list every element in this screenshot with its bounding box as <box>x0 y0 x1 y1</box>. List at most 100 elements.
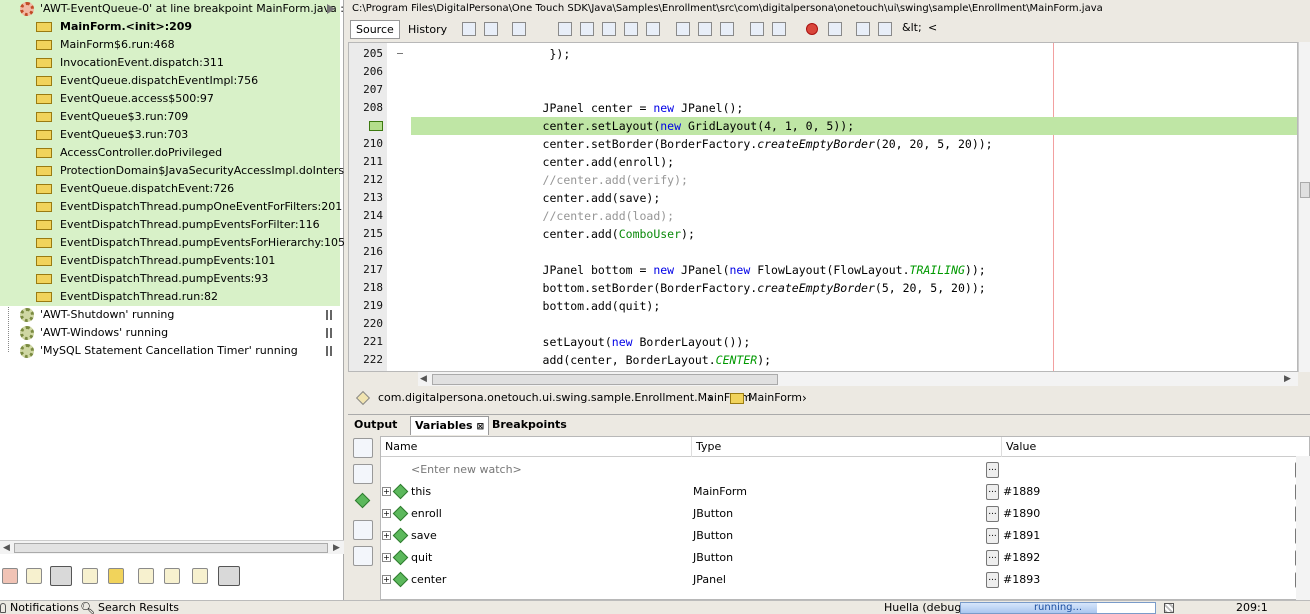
find-selection-icon[interactable] <box>558 22 572 36</box>
previous-bookmark-icon[interactable] <box>676 22 690 36</box>
variables-table[interactable]: Name Type Value <Enter new watch> ... ..… <box>380 436 1310 600</box>
show-primitive-icon[interactable] <box>353 546 373 566</box>
scroll-left-icon[interactable]: ◀ <box>420 374 427 384</box>
callstack-frame[interactable]: EventDispatchThread.pumpEvents:101 <box>0 252 340 270</box>
new-watch-icon[interactable] <box>353 492 373 512</box>
line-number[interactable]: 215 <box>349 225 387 243</box>
back-icon[interactable] <box>484 22 498 36</box>
type-ellipsis-button[interactable]: ... <box>986 528 999 544</box>
scroll-right-icon[interactable]: ▶ <box>1284 374 1291 384</box>
tab-breakpoints[interactable]: Breakpoints <box>488 416 571 435</box>
variables-vertical-scrollbar[interactable] <box>1296 456 1310 600</box>
code-line[interactable]: JPanel center = new JPanel(); <box>411 99 744 117</box>
line-number[interactable]: 212 <box>349 171 387 189</box>
new-watch-placeholder[interactable]: <Enter new watch> <box>411 459 522 481</box>
suspend-thread-icon[interactable] <box>326 328 332 338</box>
forward-icon[interactable] <box>512 22 526 36</box>
watch-ellipsis-button[interactable]: ... <box>986 462 999 478</box>
type-ellipsis-button[interactable]: ... <box>986 506 999 522</box>
breadcrumb-method[interactable]: MainForm <box>748 388 802 408</box>
callstack-frame[interactable]: EventQueue.access$500:97 <box>0 90 340 108</box>
expand-icon[interactable]: + <box>382 509 391 518</box>
suspend-thread-icon[interactable] <box>326 346 332 356</box>
toggle-bookmark-icon[interactable] <box>720 22 734 36</box>
last-edit-icon[interactable] <box>462 22 476 36</box>
show-threads-icon[interactable] <box>26 568 42 584</box>
find-next-icon[interactable] <box>602 22 616 36</box>
show-qualified-names-icon[interactable] <box>138 568 154 584</box>
scroll-left-icon[interactable]: ◀ <box>3 543 10 553</box>
editor-vertical-scrollbar[interactable] <box>1298 42 1310 372</box>
thread-row[interactable]: 'AWT-Windows' running <box>0 324 340 342</box>
code-line[interactable]: add(center, BorderLayout.CENTER); <box>411 351 772 369</box>
comment-icon[interactable] <box>856 22 870 36</box>
search-results-link[interactable]: Search Results <box>98 601 179 614</box>
callstack-frame[interactable]: AccessController.doPrivileged <box>0 144 340 162</box>
line-number[interactable]: 214 <box>349 207 387 225</box>
line-number[interactable]: 210 <box>349 135 387 153</box>
next-bookmark-icon[interactable] <box>698 22 712 36</box>
callstack-frame[interactable]: EventQueue$3.run:703 <box>0 126 340 144</box>
expand-icon[interactable]: + <box>382 575 391 584</box>
line-number[interactable]: 220 <box>349 315 387 333</box>
show-inherited-icon[interactable] <box>353 520 373 540</box>
line-number[interactable]: 211 <box>349 153 387 171</box>
show-suspended-only-icon[interactable] <box>218 566 240 586</box>
close-tab-icon[interactable]: ⊠ <box>477 422 485 432</box>
toggle-rect-selection-icon[interactable] <box>646 22 660 36</box>
thread-awt-eventqueue[interactable]: 'AWT-EventQueue-0' at line breakpoint Ma… <box>0 0 344 18</box>
line-number[interactable]: 206 <box>349 63 387 81</box>
line-number[interactable]: 218 <box>349 279 387 297</box>
line-number[interactable]: 205 <box>349 45 387 63</box>
variable-row[interactable]: +enrollJButton...#1890... <box>381 503 1309 525</box>
line-number[interactable]: 207 <box>349 81 387 99</box>
code-line[interactable]: bottom.setBorder(BorderFactory.createEmp… <box>411 279 986 297</box>
code-line[interactable]: //center.add(load); <box>411 207 675 225</box>
line-number[interactable]: 208 <box>349 99 387 117</box>
callstack-frame[interactable]: EventDispatchThread.pumpEventsForHierarc… <box>0 234 344 252</box>
tab-variables[interactable]: Variables ⊠ <box>410 416 490 435</box>
suspend-thread-icon[interactable] <box>326 310 332 320</box>
search-icon[interactable]: 🔍︎ <box>80 601 95 614</box>
variable-row[interactable]: +saveJButton...#1891... <box>381 525 1309 547</box>
thread-row[interactable]: 'MySQL Statement Cancellation Timer' run… <box>0 342 340 360</box>
variable-value[interactable]: #1892 <box>1003 547 1040 569</box>
line-number-gutter[interactable]: 205 206 207 208 210 211 212 213 214 215 216 217 218 2… <box>349 43 387 371</box>
show-callstack-icon[interactable] <box>50 566 72 586</box>
column-type-header[interactable]: Type <box>691 437 1001 457</box>
fold-margin[interactable] <box>387 43 411 371</box>
notifications-icon[interactable] <box>0 601 6 614</box>
column-name-header[interactable]: Name <box>381 437 691 457</box>
type-ellipsis-button[interactable]: ... <box>986 550 999 566</box>
shift-right-icon[interactable] <box>772 22 786 36</box>
fold-end-icon[interactable] <box>397 53 403 54</box>
thread-row[interactable]: 'AWT-Shutdown' running <box>0 306 340 324</box>
toolbar-text-lt[interactable]: < <box>928 21 937 34</box>
scroll-thumb[interactable] <box>432 374 778 385</box>
code-line[interactable]: //center.add(verify); <box>411 171 688 189</box>
line-number[interactable]: 222 <box>349 351 387 369</box>
show-system-threads-icon[interactable] <box>82 568 98 584</box>
line-number[interactable]: 221 <box>349 333 387 351</box>
call-stack-tree[interactable]: 'AWT-EventQueue-0' at line breakpoint Ma… <box>0 0 344 540</box>
variable-value[interactable]: #1891 <box>1003 525 1040 547</box>
variable-value[interactable]: #1893 <box>1003 569 1040 591</box>
callstack-frame[interactable]: ProtectionDomain$JavaSecurityAccessImpl.… <box>0 162 344 180</box>
code-line[interactable]: center.setBorder(BorderFactory.createEmp… <box>411 135 993 153</box>
horizontal-scrollbar[interactable]: ◀ ▶ <box>0 540 344 554</box>
type-ellipsis-button[interactable]: ... <box>986 572 999 588</box>
progress-bar[interactable]: running... <box>960 602 1156 614</box>
tab-history[interactable]: History <box>402 20 453 39</box>
code-line[interactable]: bottom.add(quit); <box>411 297 661 315</box>
stop-macro-icon[interactable] <box>828 22 842 36</box>
code-line[interactable]: setLayout(new BorderLayout()); <box>411 333 751 351</box>
callstack-frame[interactable]: EventDispatchThread.pumpEvents:93 <box>0 270 340 288</box>
new-watch-row[interactable]: <Enter new watch> ... ... <box>381 459 1309 481</box>
editor-horizontal-scrollbar[interactable]: ◀ ▶ <box>418 372 1298 386</box>
breadcrumb-class[interactable]: com.digitalpersona.onetouch.ui.swing.sam… <box>378 388 752 408</box>
code-line[interactable]: center.add(ComboUser); <box>411 225 695 243</box>
callstack-frame[interactable]: EventDispatchThread.pumpOneEventForFilte… <box>0 198 342 216</box>
show-suspend-table-icon[interactable] <box>192 568 208 584</box>
code-line[interactable]: }); <box>411 45 570 63</box>
start-macro-icon[interactable] <box>806 23 818 35</box>
